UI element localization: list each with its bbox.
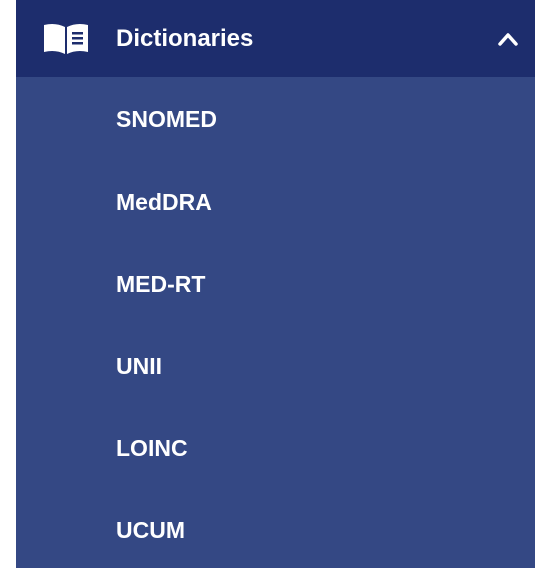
menu-item-unii[interactable]: UNII: [16, 325, 535, 407]
chevron-up-icon[interactable]: [495, 29, 521, 49]
dictionaries-menu: Dictionaries SNOMED MedDRA MED-RT UNII L…: [16, 0, 535, 568]
menu-item-ucum[interactable]: UCUM: [16, 489, 535, 571]
book-icon: [42, 22, 90, 56]
dictionary-list: SNOMED MedDRA MED-RT UNII LOINC UCUM: [16, 77, 535, 571]
menu-item-med-rt[interactable]: MED-RT: [16, 243, 535, 325]
menu-item-snomed[interactable]: SNOMED: [16, 77, 535, 161]
menu-title: Dictionaries: [116, 24, 254, 52]
dictionaries-menu-header[interactable]: Dictionaries: [16, 0, 535, 77]
menu-item-meddra[interactable]: MedDRA: [16, 161, 535, 243]
menu-item-loinc[interactable]: LOINC: [16, 407, 535, 489]
